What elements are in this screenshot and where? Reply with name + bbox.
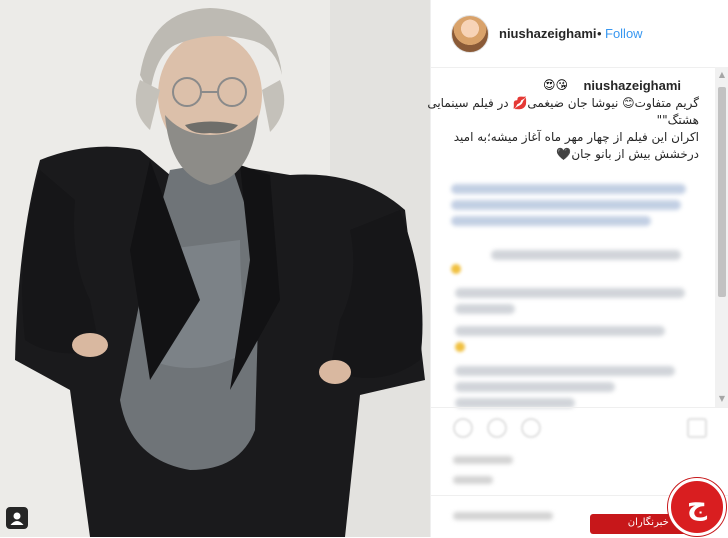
share-icon[interactable] <box>521 418 541 438</box>
blurred-comment-placeholder <box>453 512 553 520</box>
follow-button[interactable]: Follow <box>605 26 643 41</box>
avatar[interactable] <box>451 15 489 53</box>
blurred-comment-line <box>491 250 681 260</box>
watermark-logo: باشگاه خبرنگاران ج <box>590 478 728 537</box>
blurred-comment-line <box>455 382 615 392</box>
watermark-glyph: ج <box>686 488 708 521</box>
scroll-down-icon[interactable]: ▼ <box>718 395 726 403</box>
blurred-comment-line <box>455 304 515 314</box>
blurred-emoji <box>455 342 465 352</box>
caption-emoji: 😍😘 <box>543 78 569 92</box>
caption-line: گریم متفاوت😊 نیوشا جان ضیغمی💋 در فیلم سی… <box>427 96 699 110</box>
watermark-emblem: ج <box>668 478 726 536</box>
caption-username[interactable]: niushazeighami <box>583 78 681 93</box>
blurred-comment-line <box>451 200 681 210</box>
post-side-panel: niushazeighami • Follow 😍😘 niushazeigham… <box>427 0 728 537</box>
blurred-comment-line <box>455 288 685 298</box>
comment-icon[interactable] <box>487 418 507 438</box>
comments-scrollbar[interactable]: ▲ ▼ <box>715 67 728 407</box>
scrollbar-thumb[interactable] <box>718 87 726 297</box>
post-photo[interactable] <box>0 0 430 537</box>
blurred-emoji <box>451 264 461 274</box>
caption-line: هشتگ"" <box>656 113 699 127</box>
post-header: niushazeighami • Follow <box>431 0 728 68</box>
blurred-comment-line <box>455 326 665 336</box>
header-username[interactable]: niushazeighami <box>499 26 597 41</box>
blurred-comment-line <box>455 366 675 376</box>
header-separator: • <box>597 26 602 41</box>
post-actions <box>431 407 728 484</box>
scroll-up-icon[interactable]: ▲ <box>718 71 726 79</box>
post-caption: 😍😘 niushazeighami گریم متفاوت😊 نیوشا جان… <box>427 78 699 168</box>
like-icon[interactable] <box>453 418 473 438</box>
blurred-timestamp <box>453 476 493 484</box>
blurred-likes <box>453 456 513 464</box>
user-tag-icon[interactable] <box>6 507 28 529</box>
caption-line: اکران این فیلم از چهار مهر ماه آغاز میشه… <box>453 130 699 144</box>
blurred-comments <box>431 180 713 410</box>
photo-illustration <box>0 0 430 537</box>
bookmark-icon[interactable] <box>687 418 707 438</box>
blurred-comment-line <box>451 184 686 194</box>
caption-line: درخشش بیش از بانو جان🖤 <box>556 147 699 161</box>
blurred-comment-line <box>451 216 651 226</box>
